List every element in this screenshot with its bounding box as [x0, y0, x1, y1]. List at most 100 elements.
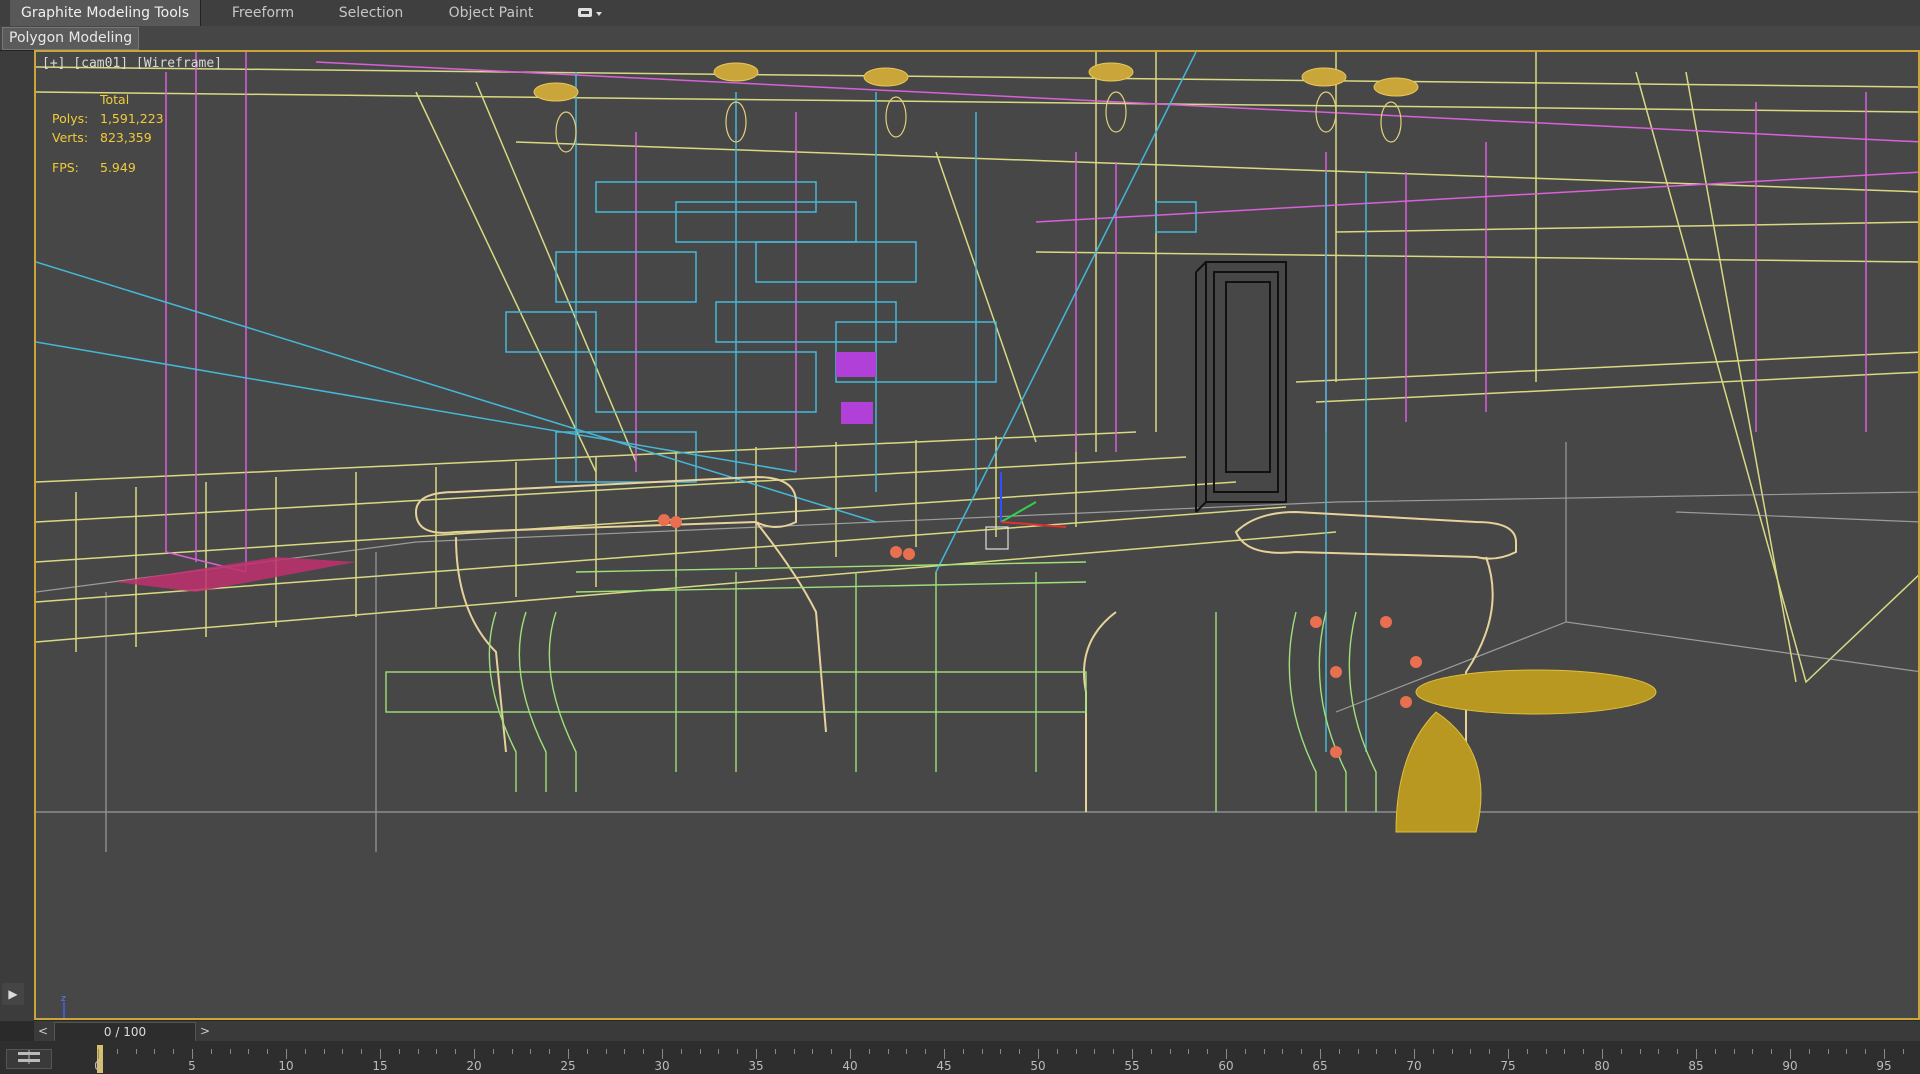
stats-header: Total — [100, 92, 130, 107]
viewport-label[interactable]: [+] [cam01] [Wireframe] — [42, 56, 222, 71]
frame-tick — [793, 1049, 795, 1054]
tab-freeform[interactable]: Freeform — [208, 0, 318, 26]
frame-tick — [1301, 1049, 1303, 1054]
wireframe-scene — [36, 52, 1918, 852]
frame-tick — [135, 1049, 137, 1054]
frame-tick — [1902, 1049, 1904, 1054]
frame-tick — [699, 1049, 701, 1054]
ribbon-panel: Polygon Modeling — [0, 26, 1920, 51]
frame-tick — [1620, 1049, 1622, 1054]
frame-tick — [229, 1049, 231, 1054]
frame-tick — [361, 1049, 363, 1054]
frame-tick — [1207, 1049, 1209, 1054]
frame-tick — [1113, 1049, 1115, 1054]
frame-tick-label: 25 — [560, 1059, 576, 1073]
frame-tick — [962, 1049, 964, 1054]
svg-text:z: z — [61, 994, 66, 1004]
frame-tick — [1771, 1049, 1773, 1054]
frame-tick — [662, 1049, 663, 1059]
frame-tick — [1244, 1049, 1246, 1054]
frame-tick — [304, 1049, 306, 1054]
frame-ruler[interactable]: 0 5 10 15 20 25 30 35 40 45 50 55 60 65 70 75 80 85 90 95 — [94, 1041, 1920, 1074]
frame-tick — [398, 1049, 400, 1054]
frame-tick — [342, 1049, 344, 1054]
frame-tick — [1714, 1049, 1716, 1054]
stats-fps: FPS: 5.949 — [52, 160, 136, 175]
frame-tick — [417, 1049, 419, 1054]
frame-tick — [1508, 1049, 1509, 1059]
frame-tick-label: 20 — [466, 1059, 482, 1073]
frame-tick-label: 0 — [94, 1059, 102, 1073]
frame-tick-label: 50 — [1030, 1059, 1046, 1073]
frame-tick — [1583, 1049, 1585, 1054]
play-icon[interactable]: ▶ — [2, 983, 24, 1005]
frame-tick — [286, 1049, 287, 1059]
frame-tick-label: 35 — [748, 1059, 764, 1073]
frame-tick — [511, 1049, 513, 1054]
frame-tick — [116, 1049, 118, 1054]
frame-tick — [173, 1049, 175, 1054]
frame-tick-label: 80 — [1594, 1059, 1610, 1073]
frame-tick — [1075, 1049, 1077, 1054]
polygon-modeling-panel-button[interactable]: Polygon Modeling — [2, 27, 140, 50]
frame-tick — [436, 1049, 438, 1054]
frame-tick — [1564, 1049, 1566, 1054]
frame-tick — [906, 1049, 908, 1054]
frame-tick — [887, 1049, 889, 1054]
statistics-overlay: Total Polys: 1,591,223 Verts: 823,359 FPS:… — [52, 90, 164, 177]
frame-tick — [643, 1049, 645, 1054]
frame-tick-label: 15 — [372, 1059, 388, 1073]
next-frame-button[interactable]: > — [196, 1022, 214, 1040]
frame-tick — [1094, 1049, 1096, 1054]
frame-tick-label: 5 — [188, 1059, 196, 1073]
camera-viewport[interactable]: [+] [cam01] [Wireframe] Total Polys: 1,59… — [34, 50, 1920, 1020]
frame-tick — [1263, 1049, 1265, 1054]
frame-tick — [568, 1049, 569, 1059]
frame-tick-label: 30 — [654, 1059, 670, 1073]
frame-tick — [1846, 1049, 1848, 1054]
frame-tick — [774, 1049, 776, 1054]
frame-tick-label: 65 — [1312, 1059, 1328, 1073]
frame-tick — [1733, 1049, 1735, 1054]
frame-tick — [605, 1049, 607, 1054]
frame-tick — [1639, 1049, 1641, 1054]
frame-tick — [868, 1049, 870, 1054]
track-bar[interactable]: 0 5 10 15 20 25 30 35 40 45 50 55 60 65 70 75 80 85 90 95 — [0, 1041, 1920, 1074]
tab-selection[interactable]: Selection — [318, 0, 424, 26]
frame-tick — [1019, 1049, 1021, 1054]
frame-tick — [586, 1049, 588, 1054]
frame-tick — [1602, 1049, 1603, 1059]
frame-tick — [850, 1049, 851, 1059]
prev-frame-button[interactable]: < — [34, 1022, 52, 1040]
frame-tick — [192, 1049, 193, 1059]
stats-verts: Verts: 823,359 — [52, 130, 152, 145]
curve-editor-icon[interactable] — [6, 1049, 52, 1069]
frame-tick — [1489, 1049, 1491, 1054]
frame-tick — [1000, 1049, 1002, 1054]
frame-tick — [210, 1049, 212, 1054]
frame-tick-label: 85 — [1688, 1059, 1704, 1073]
ribbon-tab-bar: Graphite Modeling Tools Freeform Selecti… — [0, 0, 1920, 27]
frame-tick — [1451, 1049, 1453, 1054]
frame-tick — [1752, 1049, 1754, 1054]
tab-object-paint[interactable]: Object Paint — [424, 0, 558, 26]
frame-tick-label: 55 — [1124, 1059, 1140, 1073]
frame-tick — [925, 1049, 927, 1054]
frame-tick — [1132, 1049, 1133, 1059]
tab-graphite-modeling-tools[interactable]: Graphite Modeling Tools — [10, 0, 201, 26]
frame-tick-label: 60 — [1218, 1059, 1234, 1073]
time-slider[interactable]: < 0 / 100 > — [34, 1021, 1920, 1042]
frame-tick — [680, 1049, 682, 1054]
frame-tick — [1188, 1049, 1190, 1054]
frame-tick — [812, 1049, 814, 1054]
ribbon-options-icon[interactable] — [576, 4, 606, 22]
frame-tick — [1790, 1049, 1791, 1059]
frame-tick — [380, 1049, 381, 1059]
frame-tick — [1677, 1049, 1679, 1054]
frame-tick — [1545, 1049, 1547, 1054]
time-slider-thumb[interactable]: 0 / 100 — [54, 1022, 196, 1042]
frame-tick — [1282, 1049, 1284, 1054]
frame-tick — [1395, 1049, 1397, 1054]
frame-tick-label: 75 — [1500, 1059, 1516, 1073]
frame-tick — [1414, 1049, 1415, 1059]
